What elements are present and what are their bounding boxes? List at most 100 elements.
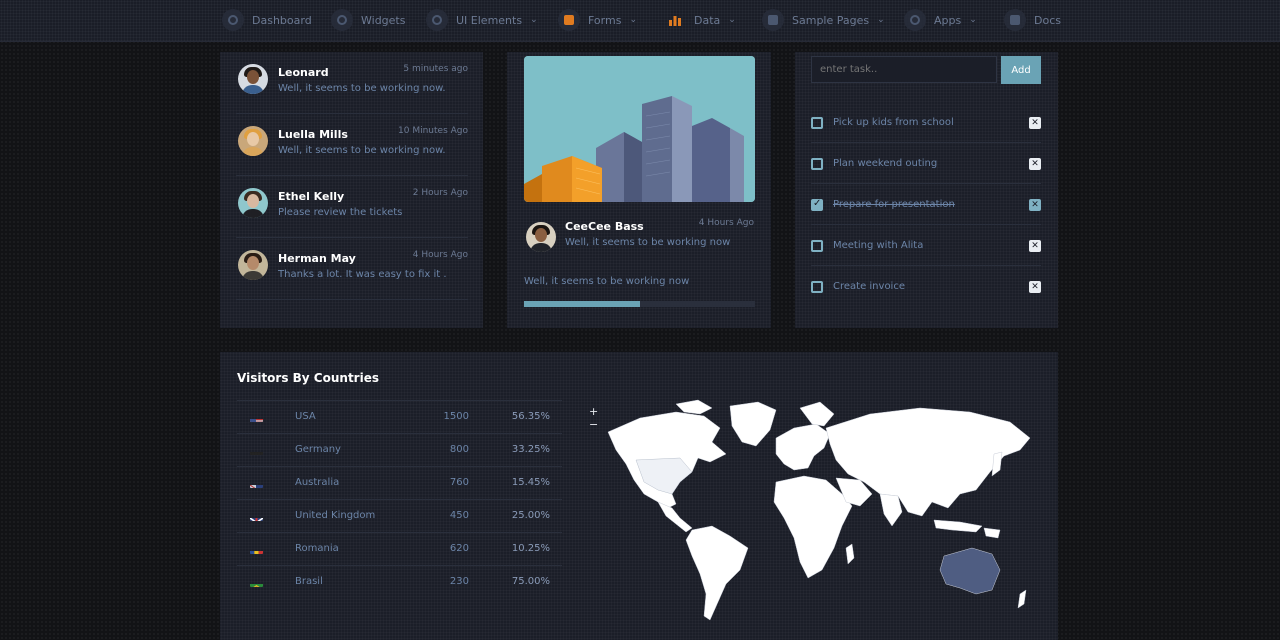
todo-item: Meeting with Alita ✕ (811, 225, 1041, 266)
visitor-count: 760 (449, 477, 469, 488)
nav-sample-pages[interactable]: Sample Pages ⌄ (762, 8, 885, 32)
visitor-percent: 56.35% (511, 411, 550, 422)
dashboard-icon (222, 9, 244, 31)
delete-icon[interactable]: ✕ (1029, 117, 1041, 129)
nav-label: Widgets (361, 13, 406, 27)
visitors-card: Visitors By Countries USA 1500 56.35% Ge… (220, 352, 1058, 640)
chevron-down-icon: ⌄ (629, 15, 637, 25)
chat-message: Well, it seems to be working now. (278, 83, 446, 94)
apps-icon (904, 9, 926, 31)
post-body: Well, it seems to be working now (524, 276, 690, 287)
romania-flag-icon (250, 545, 263, 554)
world-map[interactable] (580, 398, 1042, 628)
todo-label: Pick up kids from school (833, 117, 954, 128)
nav-ui-elements[interactable]: UI Elements ⌄ (426, 8, 538, 32)
chat-time: 5 minutes ago (403, 64, 468, 74)
chevron-down-icon: ⌄ (530, 15, 538, 25)
ui-elements-icon (426, 9, 448, 31)
chat-message: Well, it seems to be working now. (278, 145, 446, 156)
avatar (238, 188, 268, 218)
todo-item: Prepare for presentation ✕ (811, 184, 1041, 225)
post-author: CeeCee Bass (565, 220, 644, 233)
widgets-icon (331, 9, 353, 31)
visitor-count: 800 (449, 444, 469, 455)
task-input[interactable] (811, 56, 997, 83)
nav-forms[interactable]: Forms ⌄ (558, 8, 637, 32)
country-name: USA (295, 411, 316, 422)
usa-flag-icon (250, 413, 263, 422)
todo-card: Add Pick up kids from school ✕ Plan week… (795, 52, 1058, 328)
chat-name: Luella Mills (278, 128, 348, 141)
avatar (238, 250, 268, 280)
data-chart-icon (664, 9, 686, 31)
chat-time: 2 Hours Ago (412, 188, 468, 198)
country-name: United Kingdom (295, 510, 376, 521)
table-row: Brasil 230 75.00% (237, 565, 562, 598)
todo-checkbox-checked[interactable] (811, 198, 823, 211)
nav-label: Forms (588, 13, 622, 27)
nav-label: Apps (934, 13, 962, 27)
visitor-percent: 15.45% (511, 477, 550, 488)
table-row: USA 1500 56.35% (237, 400, 562, 433)
nav-dashboard[interactable]: Dashboard (222, 8, 312, 32)
post-card: CeeCee Bass 4 Hours Ago Well, it seems t… (507, 52, 771, 328)
chat-item[interactable]: Ethel Kelly 2 Hours Ago Please review th… (236, 176, 468, 238)
section-title: Visitors By Countries (237, 371, 379, 385)
chat-name: Ethel Kelly (278, 190, 345, 203)
nav-apps[interactable]: Apps ⌄ (904, 8, 977, 32)
todo-item: Plan weekend outing ✕ (811, 143, 1041, 184)
table-row: Australia 760 15.45% (237, 466, 562, 499)
todo-label: Prepare for presentation (833, 199, 955, 210)
visitor-count: 620 (449, 543, 469, 554)
chat-name: Leonard (278, 66, 329, 79)
docs-icon (1004, 9, 1026, 31)
todo-checkbox[interactable] (811, 158, 823, 170)
todo-checkbox[interactable] (811, 240, 823, 252)
post-author-message: Well, it seems to be working now (565, 237, 731, 248)
todo-checkbox[interactable] (811, 281, 823, 293)
chat-message: Please review the tickets (278, 207, 403, 218)
australia-flag-icon (250, 479, 263, 488)
table-row: Romania 620 10.25% (237, 532, 562, 565)
visitor-percent: 10.25% (511, 543, 550, 554)
avatar (526, 222, 556, 252)
nav-data[interactable]: Data ⌄ (664, 8, 736, 32)
country-name: Brasil (295, 576, 323, 587)
table-row: Germany 800 33.25% (237, 433, 562, 466)
chevron-down-icon: ⌄ (969, 15, 977, 25)
todo-checkbox[interactable] (811, 117, 823, 129)
visitor-count: 230 (449, 576, 469, 587)
forms-icon (558, 9, 580, 31)
australia-region[interactable] (939, 547, 1001, 595)
nav-label: Sample Pages (792, 13, 870, 27)
chat-message: Thanks a lot. It was easy to fix it . (278, 269, 447, 280)
todo-label: Meeting with Alita (833, 240, 924, 251)
sample-pages-icon (762, 9, 784, 31)
uk-flag-icon (250, 512, 263, 521)
chat-item[interactable]: Leonard 5 minutes ago Well, it seems to … (236, 52, 468, 114)
building-photo (524, 56, 755, 202)
delete-icon[interactable]: ✕ (1029, 199, 1041, 211)
add-task-button[interactable]: Add (1001, 56, 1041, 84)
brasil-flag-icon (250, 578, 263, 587)
chat-time: 4 Hours Ago (412, 250, 468, 260)
chat-item[interactable]: Luella Mills 10 Minutes Ago Well, it see… (236, 114, 468, 176)
visitor-percent: 75.00% (511, 576, 550, 587)
chevron-down-icon: ⌄ (877, 15, 885, 25)
germany-flag-icon (250, 446, 263, 455)
delete-icon[interactable]: ✕ (1029, 240, 1041, 252)
chat-name: Herman May (278, 252, 356, 265)
nav-label: Docs (1034, 13, 1061, 27)
country-name: Germany (295, 444, 341, 455)
visitor-count: 450 (449, 510, 469, 521)
country-name: Romania (295, 543, 339, 554)
nav-docs[interactable]: Docs (1004, 8, 1061, 32)
nav-widgets[interactable]: Widgets (331, 8, 405, 32)
visitor-percent: 33.25% (511, 444, 550, 455)
chat-time: 10 Minutes Ago (398, 126, 468, 136)
chat-item[interactable]: Herman May 4 Hours Ago Thanks a lot. It … (236, 238, 468, 300)
delete-icon[interactable]: ✕ (1029, 158, 1041, 170)
todo-item: Pick up kids from school ✕ (811, 102, 1041, 143)
post-progress-track (524, 301, 755, 307)
delete-icon[interactable]: ✕ (1029, 281, 1041, 293)
